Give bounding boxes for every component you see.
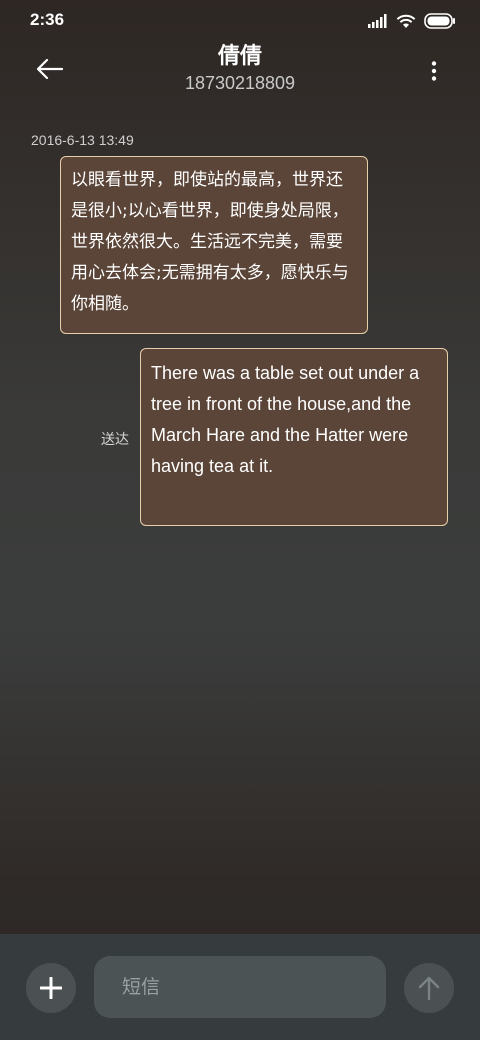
more-options-button[interactable] [422, 56, 446, 86]
back-arrow-icon [37, 59, 63, 79]
conversation-header: 倩倩 18730218809 [0, 40, 480, 100]
status-icons [368, 12, 456, 30]
wifi-icon [396, 14, 416, 28]
message-input[interactable] [94, 956, 386, 1018]
incoming-message-bubble[interactable]: 以眼看世界，即使站的最高，世界还是很小;以心看世界，即使身处局限，世界依然很大。… [60, 156, 368, 334]
more-vertical-icon [431, 61, 437, 81]
battery-icon [424, 13, 455, 29]
signal-icon [368, 14, 387, 28]
back-button[interactable] [30, 54, 70, 84]
message-composer [0, 934, 480, 1040]
add-attachment-button[interactable] [26, 963, 76, 1013]
contact-title-block: 倩倩 18730218809 [90, 40, 390, 94]
message-timestamp: 2016-6-13 13:49 [31, 132, 134, 148]
plus-icon [40, 977, 62, 999]
contact-name: 倩倩 [217, 44, 262, 69]
status-time: 2:36 [30, 10, 65, 29]
outgoing-message-bubble[interactable]: There was a table set out under a tree i… [140, 348, 448, 526]
status-bar: 2:36 [0, 0, 480, 40]
delivery-status: 送达 [101, 432, 129, 448]
send-button[interactable] [404, 963, 454, 1013]
contact-number: 18730218809 [184, 73, 296, 93]
send-arrow-icon [418, 976, 440, 1000]
